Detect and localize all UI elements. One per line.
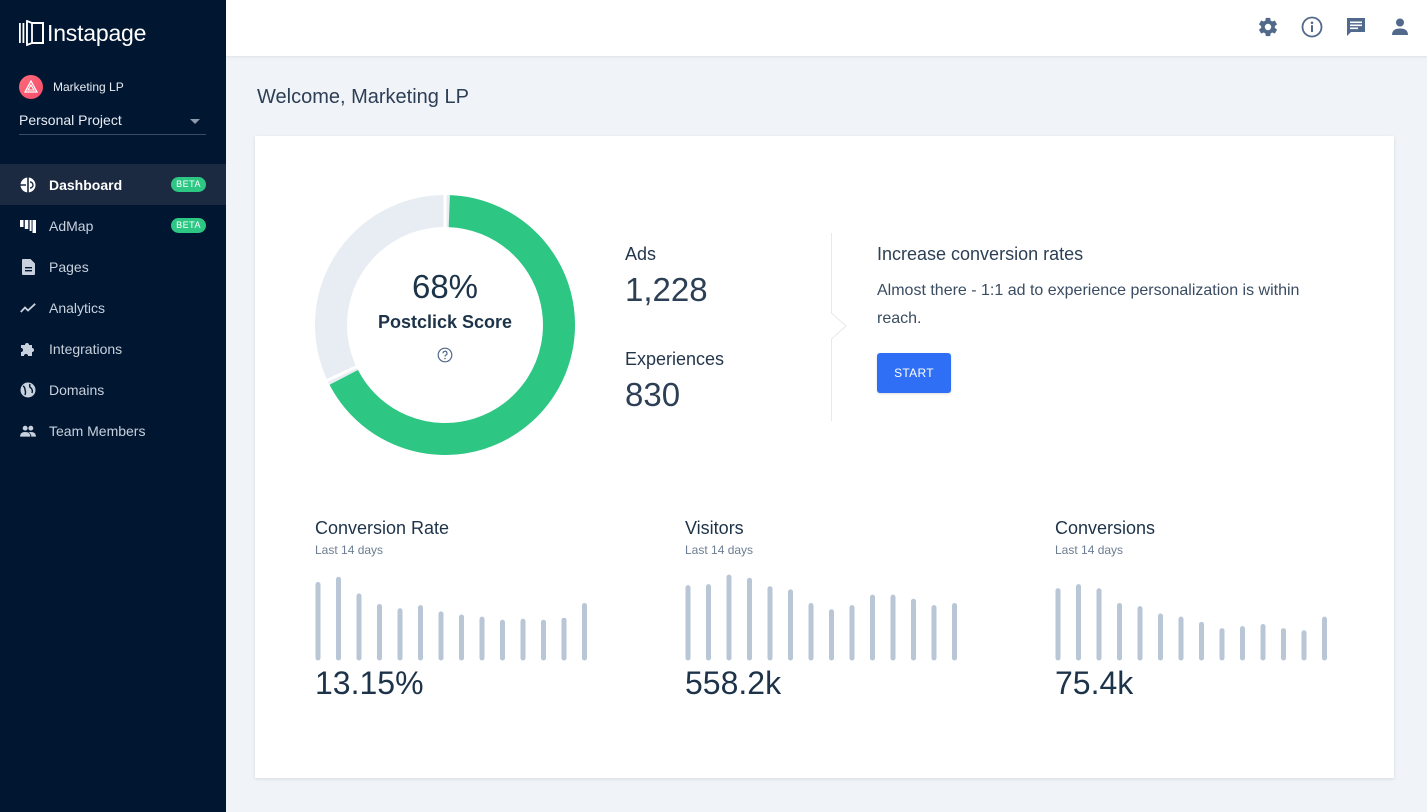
experiences-stat: Experiences 830 bbox=[625, 349, 724, 414]
instapage-logo-icon bbox=[19, 20, 44, 46]
sidebar-item-label: AdMap bbox=[49, 217, 94, 234]
sidebar: Instapage Marketing LP Personal Project … bbox=[0, 0, 226, 812]
top-bar bbox=[226, 0, 1427, 57]
sidebar-item-label: Integrations bbox=[49, 340, 123, 357]
project-dropdown-value: Personal Project bbox=[19, 112, 122, 128]
promo-title: Increase conversion rates bbox=[877, 244, 1084, 264]
brand-name: Instapage bbox=[47, 19, 147, 46]
sidebar-item-label: Dashboard bbox=[49, 176, 123, 193]
conversions-sparkline bbox=[1055, 584, 1327, 661]
account-name: Marketing LP bbox=[53, 80, 124, 94]
section-divider bbox=[831, 233, 847, 421]
document-icon bbox=[20, 258, 36, 275]
beta-badge: BETA bbox=[171, 177, 206, 192]
sidebar-nav: Dashboard BETA AdMap BETA Pages Analytic… bbox=[0, 164, 226, 451]
user-icon[interactable] bbox=[1389, 16, 1411, 38]
metric-subtitle: Last 14 days bbox=[685, 543, 754, 557]
info-icon[interactable] bbox=[1301, 16, 1323, 38]
conversion-rate-sparkline bbox=[315, 576, 587, 661]
metric-title: Conversion Rate bbox=[315, 518, 450, 538]
metric-value: 558.2k bbox=[685, 665, 782, 701]
beta-badge: BETA bbox=[171, 218, 206, 233]
score-label: Postclick Score bbox=[377, 312, 513, 332]
metric-title: Visitors bbox=[685, 518, 744, 538]
metric-conversions: Conversions Last 14 days 75.4k bbox=[1055, 518, 1355, 702]
promo-text: Almost there - 1:1 ad to experience pers… bbox=[877, 282, 1300, 327]
visitors-sparkline bbox=[685, 574, 957, 661]
help-icon[interactable] bbox=[437, 347, 453, 368]
promo-panel: Increase conversion rates Almost there -… bbox=[877, 244, 1347, 393]
sidebar-item-admap[interactable]: AdMap BETA bbox=[0, 205, 226, 246]
globe-icon bbox=[20, 382, 36, 398]
dashboard-card: 68% Postclick Score Ads 1,228 Experience… bbox=[255, 136, 1394, 778]
account-switcher[interactable]: Marketing LP bbox=[19, 75, 124, 99]
chevron-down-icon bbox=[190, 119, 200, 124]
gear-icon[interactable] bbox=[1257, 16, 1279, 38]
account-avatar bbox=[19, 75, 43, 99]
sidebar-item-integrations[interactable]: Integrations bbox=[0, 328, 226, 369]
people-icon bbox=[20, 423, 36, 439]
ads-value: 1,228 bbox=[625, 271, 708, 308]
metric-title: Conversions bbox=[1055, 518, 1156, 538]
metric-subtitle: Last 14 days bbox=[1055, 543, 1124, 557]
donut-center: 68% Postclick Score bbox=[315, 195, 575, 455]
project-dropdown[interactable]: Personal Project bbox=[19, 108, 206, 135]
metric-visitors: Visitors Last 14 days 558.2k bbox=[685, 518, 985, 702]
sidebar-item-pages[interactable]: Pages bbox=[0, 246, 226, 287]
sidebar-item-analytics[interactable]: Analytics bbox=[0, 287, 226, 328]
account-logo-icon bbox=[24, 80, 38, 93]
sidebar-item-label: Team Members bbox=[49, 422, 146, 439]
brand-logo[interactable]: Instapage bbox=[19, 19, 146, 47]
sidebar-item-label: Analytics bbox=[49, 299, 106, 316]
page-title: Welcome, Marketing LP bbox=[257, 86, 469, 108]
sidebar-item-label: Pages bbox=[49, 258, 89, 275]
ads-label: Ads bbox=[625, 244, 657, 264]
sidebar-item-label: Domains bbox=[49, 381, 105, 398]
ads-stat: Ads 1,228 bbox=[625, 244, 708, 309]
postclick-score-donut: 68% Postclick Score bbox=[315, 194, 575, 455]
puzzle-icon bbox=[20, 341, 36, 357]
sidebar-item-dashboard[interactable]: Dashboard BETA bbox=[0, 164, 226, 205]
top-bar-actions bbox=[1257, 16, 1411, 38]
experiences-label: Experiences bbox=[625, 349, 725, 369]
trend-line-icon bbox=[20, 300, 36, 316]
metric-value: 13.15% bbox=[315, 665, 424, 701]
sidebar-item-team-members[interactable]: Team Members bbox=[0, 410, 226, 451]
admap-icon bbox=[20, 218, 36, 234]
sidebar-item-domains[interactable]: Domains bbox=[0, 369, 226, 410]
metric-conversion-rate: Conversion Rate Last 14 days 13.15% bbox=[315, 518, 615, 702]
experiences-value: 830 bbox=[625, 376, 681, 413]
metric-subtitle: Last 14 days bbox=[315, 543, 384, 557]
pie-chart-icon bbox=[20, 177, 36, 193]
chat-icon[interactable] bbox=[1345, 16, 1367, 38]
score-value: 68% bbox=[411, 268, 479, 305]
metric-value: 75.4k bbox=[1055, 665, 1134, 701]
start-button[interactable]: START bbox=[877, 353, 951, 393]
